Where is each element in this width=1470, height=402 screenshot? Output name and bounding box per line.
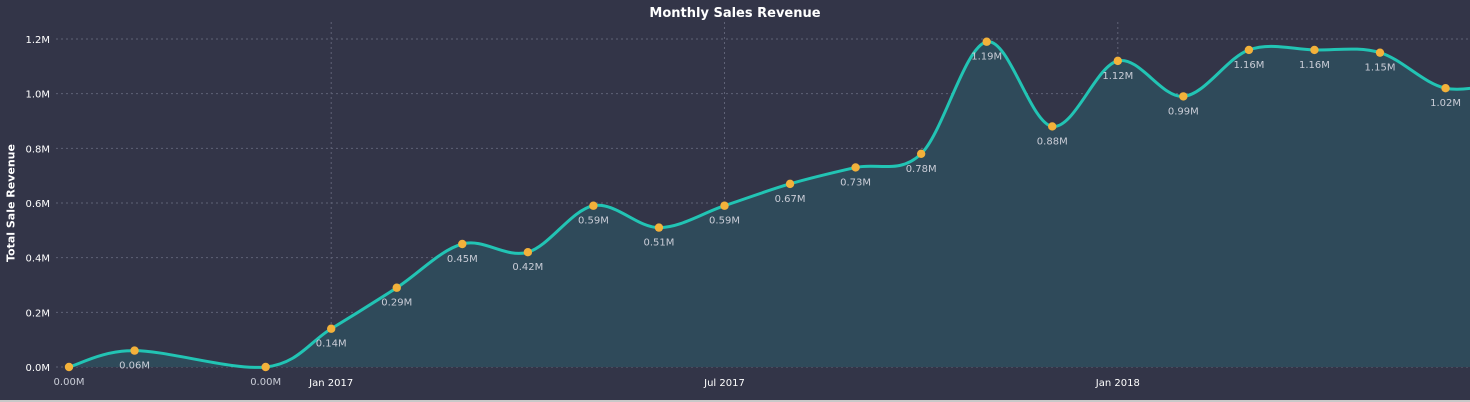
area-fill xyxy=(69,41,1470,368)
data-point xyxy=(64,362,74,372)
x-tick-label: Jul 2017 xyxy=(703,378,745,389)
data-label: 1.15M xyxy=(1365,63,1396,74)
data-label: 1.16M xyxy=(1299,60,1330,71)
x-tick-label: Jan 2018 xyxy=(1095,378,1140,389)
data-label: 0.88M xyxy=(1037,136,1068,147)
data-label: 0.99M xyxy=(1168,106,1199,117)
y-tick-label: 1.0M xyxy=(25,90,50,101)
data-label: 0.29M xyxy=(381,298,412,309)
data-label: 0.14M xyxy=(316,339,347,350)
data-label: 0.00M xyxy=(54,377,85,388)
data-label: 0.45M xyxy=(447,254,478,265)
data-point xyxy=(261,362,270,372)
x-tick-label: Jan 2017 xyxy=(308,378,353,389)
data-label: 1.19M xyxy=(971,52,1002,63)
y-tick-label: 0.2M xyxy=(25,308,50,319)
data-label: 0.73M xyxy=(840,177,871,188)
data-label: 0.59M xyxy=(578,216,609,227)
data-point xyxy=(654,223,664,232)
data-point xyxy=(1375,48,1385,57)
y-tick-label: 0.0M xyxy=(25,363,50,374)
data-label: 0.42M xyxy=(512,262,543,273)
data-point xyxy=(1441,84,1450,93)
data-label: 1.12M xyxy=(1102,71,1133,82)
data-point xyxy=(1244,45,1254,55)
y-tick-label: 0.8M xyxy=(25,144,50,155)
data-point xyxy=(785,179,795,189)
data-label: 0.00M xyxy=(250,377,281,388)
y-tick-label: 0.6M xyxy=(25,199,50,210)
chart-container: Monthly Sales Revenue Total Sale Revenue… xyxy=(0,0,1470,402)
data-point xyxy=(720,201,729,210)
data-point xyxy=(1113,56,1123,66)
y-tick-label: 0.4M xyxy=(25,254,50,265)
data-point xyxy=(392,283,401,292)
data-label: 1.16M xyxy=(1233,60,1264,71)
data-point xyxy=(916,149,926,158)
data-point xyxy=(1048,122,1057,131)
data-point xyxy=(130,346,139,355)
data-label: 0.51M xyxy=(643,238,674,249)
data-point xyxy=(589,201,598,210)
data-label: 0.59M xyxy=(709,216,740,227)
chart-plot: 0.0M 0.2M 0.4M 0.6M 0.8M 1.0M 1.2M Jan 2017 Jul … xyxy=(25,22,1470,389)
data-label: 0.06M xyxy=(119,361,150,372)
data-point xyxy=(523,248,533,257)
data-label: 0.67M xyxy=(775,194,806,205)
y-tick-label: 1.2M xyxy=(25,35,50,46)
data-point xyxy=(1179,92,1188,101)
data-point xyxy=(327,324,336,333)
data-point xyxy=(982,37,991,46)
data-point xyxy=(1310,45,1319,55)
data-label: 1.02M xyxy=(1430,98,1461,109)
data-point xyxy=(851,163,860,172)
data-label: 0.78M xyxy=(906,164,937,175)
data-point xyxy=(458,239,467,249)
